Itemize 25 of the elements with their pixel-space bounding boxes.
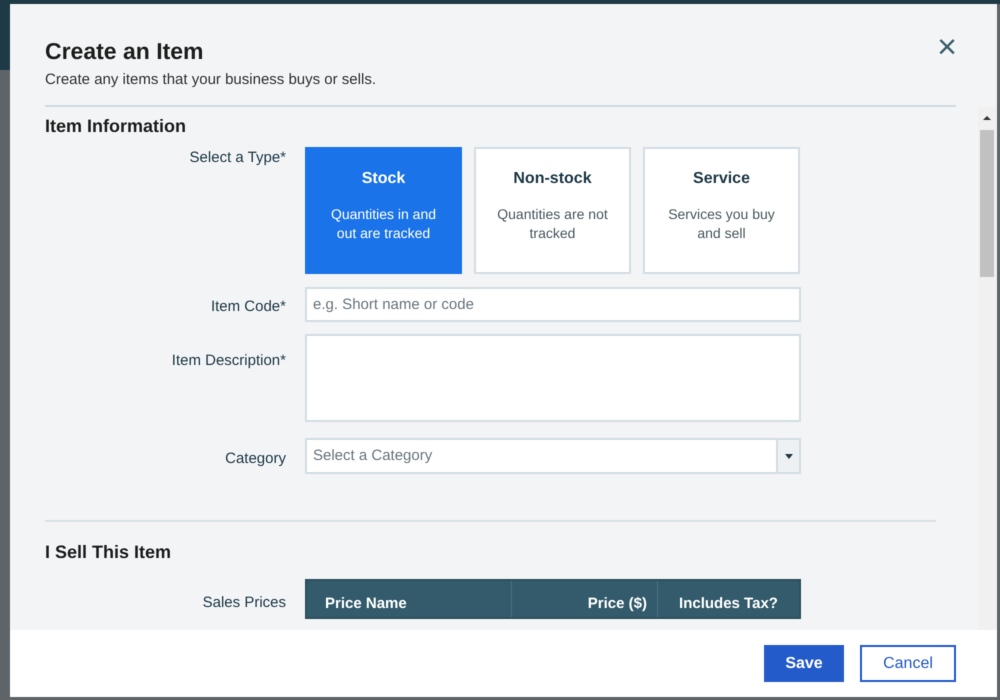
column-header: Includes Tax? <box>657 581 799 617</box>
caret-icon[interactable] <box>784 454 792 458</box>
save-button[interactable]: Save <box>764 645 844 682</box>
dialog-title: Create an Item <box>45 37 204 66</box>
column-header: Price ($) <box>511 581 657 617</box>
text-area[interactable] <box>305 334 801 422</box>
dialog-subtitle: Create any items that your business buys or sells. <box>45 70 376 90</box>
section-heading: Item Information <box>45 115 188 138</box>
scrollbar-thumb[interactable] <box>980 130 994 277</box>
scrollbar[interactable] <box>978 107 996 630</box>
scroll-up-icon[interactable] <box>983 116 991 120</box>
type-option[interactable]: Non-stock Quantities are not tracked <box>474 147 631 274</box>
field-label: Item Code* <box>210 297 287 317</box>
type-option[interactable]: Stock Quantities in and out are tracked <box>305 147 462 274</box>
field-label: Category <box>224 449 287 469</box>
field-label: Item Description* <box>170 351 287 371</box>
cancel-button[interactable]: Cancel <box>860 645 956 682</box>
type-option[interactable]: Service Services you buy and sell <box>643 147 800 274</box>
dropdown[interactable]: Select a Category <box>305 438 801 474</box>
close-button[interactable]: × <box>930 30 964 64</box>
input-field[interactable]: e.g. Short name or code <box>305 287 801 322</box>
section-heading: I Sell This Item <box>45 541 172 564</box>
field-label: Sales Prices <box>202 593 287 613</box>
field-label: Select a Type* <box>188 148 287 168</box>
column-header: Price Name <box>324 594 408 614</box>
